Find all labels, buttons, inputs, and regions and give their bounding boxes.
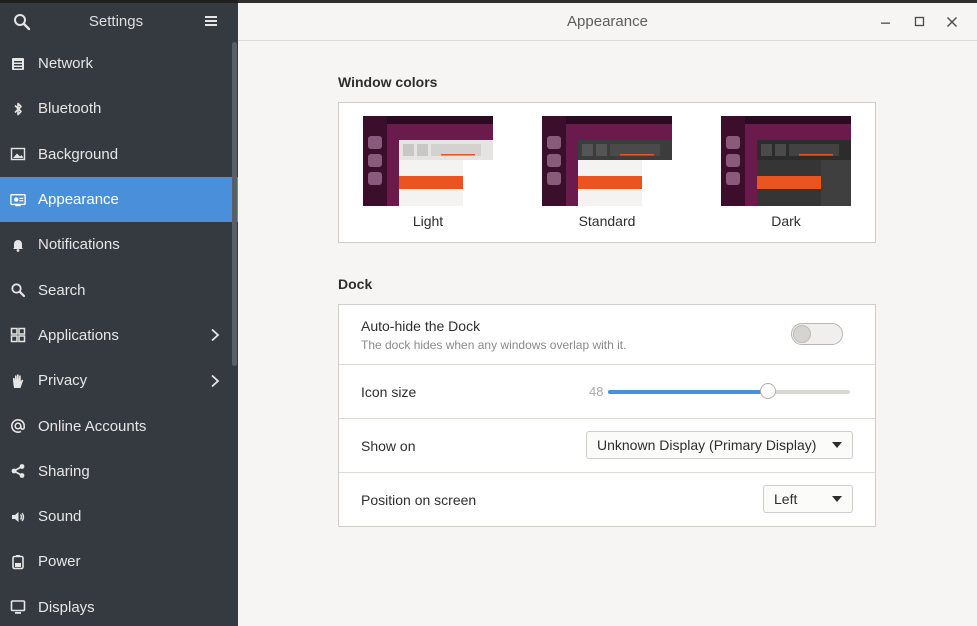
network-icon (10, 56, 26, 72)
theme-name: Standard (578, 213, 636, 229)
theme-option-standard[interactable]: Standard (542, 116, 672, 229)
main-panel: Appearance Window colors Light Standard … (238, 3, 977, 626)
sidebar-item-label: Background (38, 145, 119, 163)
theme-option-dark[interactable]: Dark (721, 116, 851, 229)
theme-name: Dark (771, 213, 801, 229)
show-on-dropdown[interactable]: Unknown Display (Primary Display) (586, 431, 853, 459)
sidebar-item-power[interactable]: Power (0, 539, 238, 584)
chevron-right-icon (209, 328, 221, 342)
sidebar-item-label: Network (38, 55, 94, 73)
sidebar-item-notifications[interactable]: Notifications (0, 222, 238, 267)
sidebar-item-appearance[interactable]: Appearance (0, 176, 238, 223)
show-on-selected: Unknown Display (Primary Display) (597, 437, 817, 453)
sidebar-item-label: Power (38, 553, 81, 571)
sidebar-header: Settings (0, 3, 238, 40)
sidebar-item-label: Displays (38, 598, 95, 616)
position-dropdown[interactable]: Left (763, 485, 853, 513)
dock-heading: Dock (338, 276, 373, 292)
battery-icon (10, 554, 26, 570)
minimize-icon[interactable] (878, 14, 894, 30)
sidebar-item-network[interactable]: Network (0, 41, 238, 86)
speaker-icon (10, 509, 26, 525)
theme-preview-standard (542, 116, 672, 206)
sidebar-item-label: Notifications (38, 236, 120, 254)
sidebar-item-label: Sound (38, 508, 82, 526)
share-icon (10, 463, 26, 479)
bluetooth-icon (10, 101, 26, 117)
sidebar: Settings Network Bluetooth Background Ap… (0, 0, 238, 626)
close-icon[interactable] (944, 14, 960, 30)
dropdown-arrow-icon (832, 442, 842, 448)
theme-name: Light (412, 213, 444, 229)
appearance-icon (10, 192, 26, 208)
theme-option-light[interactable]: Light (363, 116, 493, 229)
window-colors-heading: Window colors (338, 74, 438, 90)
background-icon (10, 146, 26, 162)
sidebar-item-label: Privacy (38, 372, 88, 390)
autohide-toggle[interactable] (791, 323, 843, 345)
sidebar-list: Network Bluetooth Background Appearance … (0, 41, 238, 626)
sidebar-item-displays[interactable]: Displays (0, 585, 238, 626)
sidebar-item-label: Online Accounts (38, 417, 147, 435)
titlebar: Appearance (238, 3, 977, 41)
slider-fill (608, 390, 768, 394)
sidebar-item-privacy[interactable]: Privacy (0, 358, 238, 403)
icon-size-label: Icon size (361, 384, 417, 400)
sidebar-scrollbar[interactable] (232, 42, 237, 366)
position-selected: Left (774, 491, 798, 507)
at-sign-icon (10, 418, 26, 434)
hamburger-menu-icon[interactable] (203, 13, 219, 29)
toggle-knob (793, 325, 811, 343)
sidebar-item-label: Sharing (38, 462, 90, 480)
sidebar-title: Settings (88, 13, 144, 30)
icon-size-slider[interactable] (608, 383, 850, 399)
autohide-description: The dock hides when any windows overlap … (361, 338, 627, 352)
sidebar-item-applications[interactable]: Applications (0, 313, 238, 358)
sidebar-item-sound[interactable]: Sound (0, 494, 238, 539)
icon-size-row: Icon size 48 (339, 365, 875, 419)
sidebar-item-label: Bluetooth (38, 100, 102, 118)
sidebar-item-search[interactable]: Search (0, 267, 238, 312)
autohide-label: Auto-hide the Dock (361, 318, 481, 334)
bell-icon (10, 237, 26, 253)
sidebar-item-online-accounts[interactable]: Online Accounts (0, 403, 238, 448)
maximize-icon[interactable] (912, 14, 928, 30)
sidebar-item-label: Appearance (38, 191, 119, 209)
theme-preview-light (363, 116, 493, 206)
apps-grid-icon (10, 327, 26, 343)
chevron-right-icon (209, 374, 221, 388)
theme-preview-dark (721, 116, 851, 206)
icon-size-value: 48 (589, 384, 604, 399)
dock-panel: Auto-hide the Dock The dock hides when a… (338, 304, 876, 527)
autohide-row: Auto-hide the Dock The dock hides when a… (339, 305, 875, 365)
sidebar-item-bluetooth[interactable]: Bluetooth (0, 86, 238, 131)
sidebar-item-label: Applications (38, 326, 119, 344)
position-row: Position on screen Left (339, 473, 875, 527)
hand-icon (10, 373, 26, 389)
search-icon (10, 282, 26, 298)
sidebar-item-background[interactable]: Background (0, 132, 238, 177)
show-on-label: Show on (361, 438, 416, 454)
dropdown-arrow-icon (832, 496, 842, 502)
show-on-row: Show on Unknown Display (Primary Display… (339, 419, 875, 473)
sidebar-item-sharing[interactable]: Sharing (0, 449, 238, 494)
display-icon (10, 599, 26, 615)
window-colors-panel: Light Standard Dark (338, 102, 876, 243)
page-title: Appearance (567, 13, 648, 30)
slider-handle[interactable] (759, 383, 776, 399)
position-label: Position on screen (361, 492, 477, 508)
sidebar-item-label: Search (38, 281, 86, 299)
